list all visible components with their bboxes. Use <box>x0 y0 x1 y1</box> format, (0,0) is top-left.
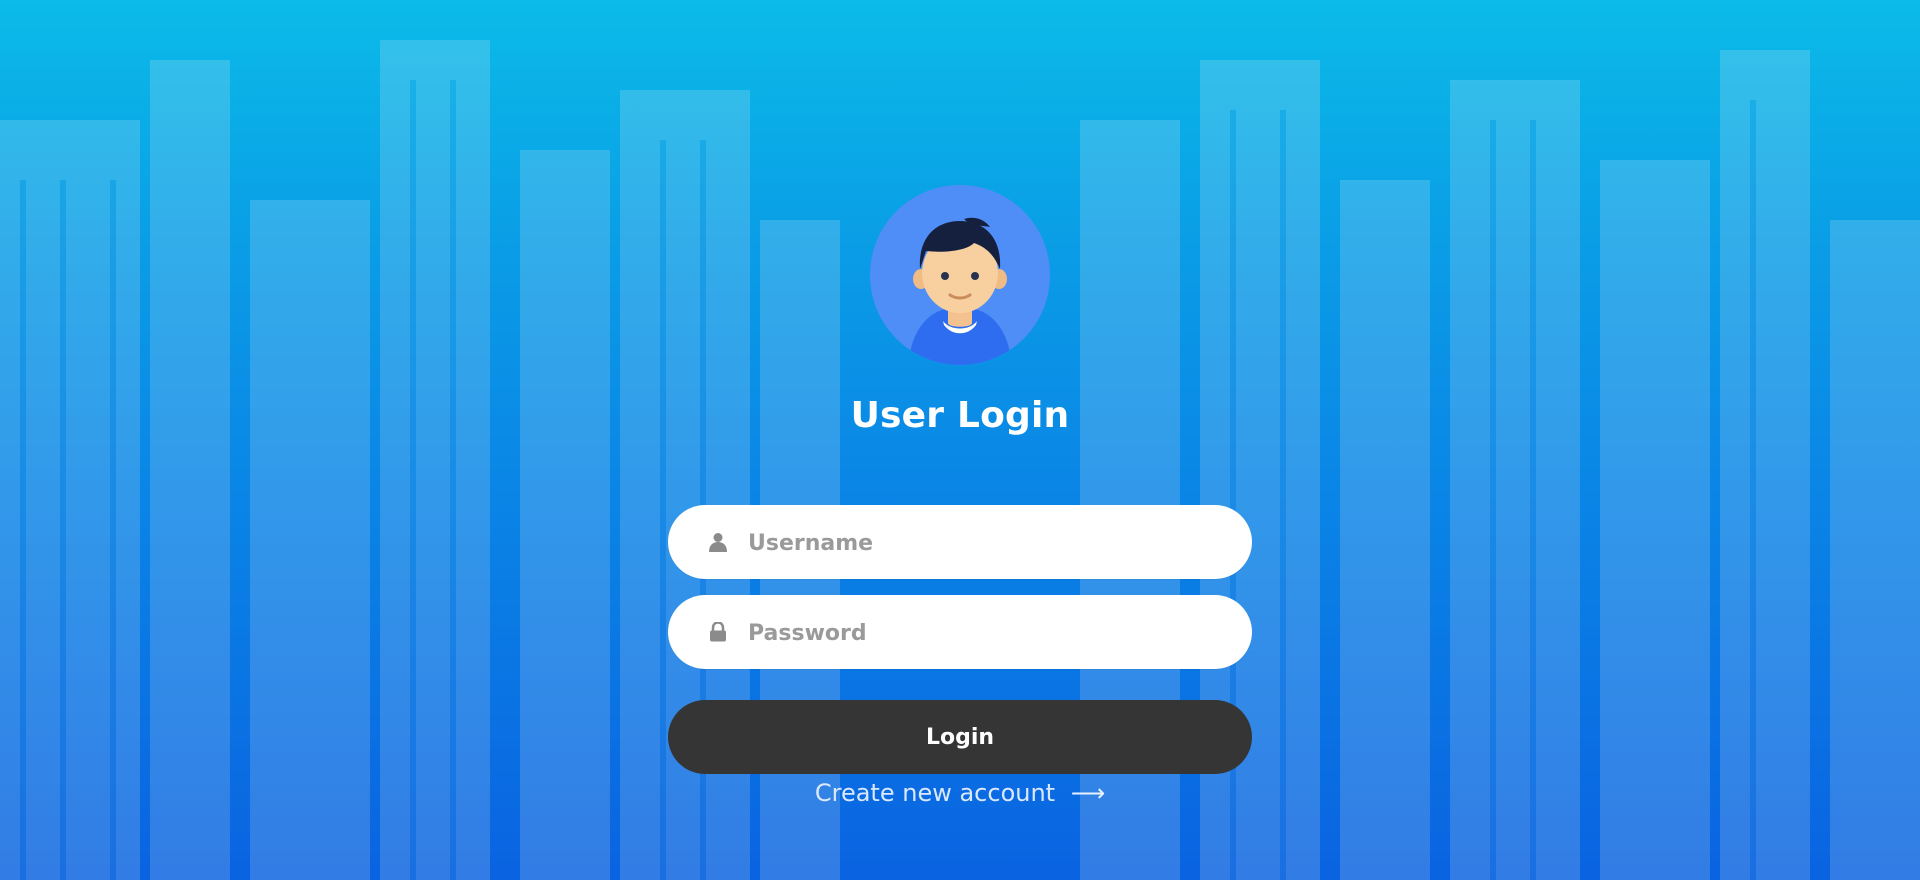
password-field[interactable] <box>668 595 1252 671</box>
arrow-right-icon: ⟶ <box>1070 779 1106 807</box>
lock-icon <box>708 622 728 642</box>
avatar <box>870 185 1050 365</box>
login-page: User Login Login Create new account ⟶ <box>0 0 1920 880</box>
create-account-link[interactable]: Create new account ⟶ <box>0 778 1920 808</box>
user-icon <box>708 532 728 552</box>
create-account-label: Create new account <box>814 779 1056 807</box>
avatar-icon <box>870 185 1050 365</box>
username-input[interactable] <box>746 505 1222 581</box>
password-input[interactable] <box>746 595 1222 671</box>
login-button[interactable]: Login <box>668 700 1252 774</box>
username-field[interactable] <box>668 505 1252 581</box>
page-title: User Login <box>850 395 1070 436</box>
